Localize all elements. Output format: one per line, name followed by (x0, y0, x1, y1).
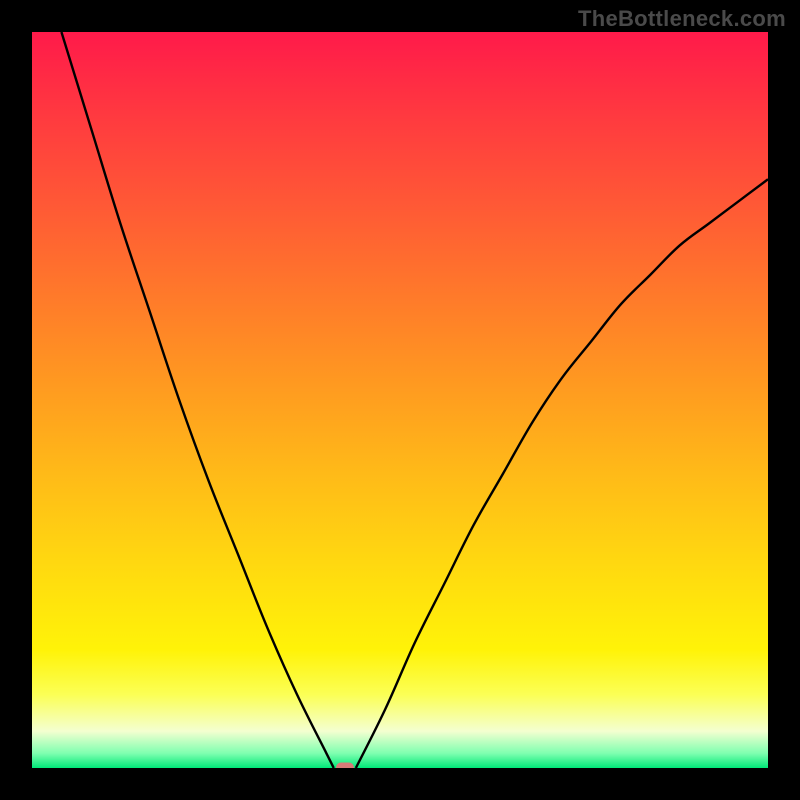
bottleneck-curve-left (61, 32, 333, 768)
optimum-marker (336, 763, 354, 769)
bottleneck-curve-right (356, 179, 768, 768)
plot-area (32, 32, 768, 768)
curve-svg (32, 32, 768, 768)
watermark-text: TheBottleneck.com (578, 6, 786, 32)
chart-frame: TheBottleneck.com (0, 0, 800, 800)
